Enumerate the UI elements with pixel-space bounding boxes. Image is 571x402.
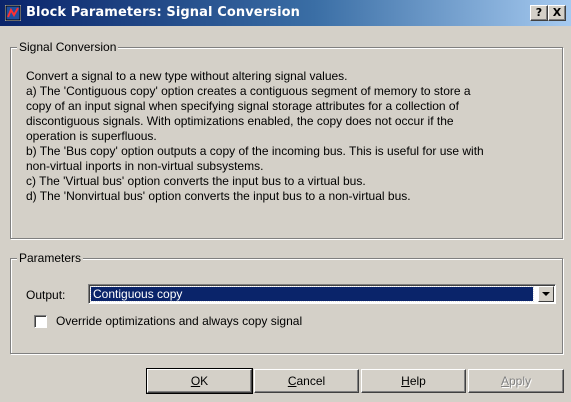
simulink-block-icon [5, 5, 21, 21]
window-title: Block Parameters: Signal Conversion [26, 5, 301, 20]
title-bar[interactable]: Block Parameters: Signal Conversion ? X [0, 0, 571, 26]
description-line: operation is superfluous. [26, 129, 157, 143]
output-selected-value: Contiguous copy [90, 286, 534, 302]
ok-button[interactable]: OK [146, 368, 253, 394]
output-label: Output: [26, 288, 66, 302]
chevron-down-icon[interactable] [538, 286, 554, 302]
description-line: Convert a signal to a new type without a… [26, 69, 348, 83]
parameters-group: Parameters [10, 251, 563, 354]
close-button[interactable]: X [548, 5, 566, 21]
description-line: b) The 'Bus copy' option outputs a copy … [26, 144, 484, 158]
apply-label: pply [509, 374, 532, 388]
description-line: a) The 'Contiguous copy' option creates … [26, 84, 471, 98]
cancel-label: ancel [296, 374, 326, 388]
group-title: Parameters [17, 251, 84, 266]
description-line: d) The 'Nonvirtual bus' option converts … [26, 189, 411, 203]
cancel-button[interactable]: Cancel [254, 369, 359, 393]
ok-label: K [200, 374, 209, 388]
ok-mnemonic: O [190, 374, 201, 388]
description-line: discontiguous signals. With optimization… [26, 114, 454, 128]
description-line: copy of an input signal when specifying … [26, 99, 459, 113]
description-line: c) The 'Virtual bus' option converts the… [26, 174, 366, 188]
override-optimizations-checkbox[interactable] [34, 315, 47, 328]
help-mnemonic: H [401, 374, 410, 388]
apply-mnemonic: A [500, 374, 509, 388]
help-button[interactable]: Help [361, 369, 466, 393]
output-dropdown[interactable]: Contiguous copy [88, 284, 556, 304]
description-line: non-virtual inports in non-virtual subsy… [26, 159, 264, 173]
apply-button[interactable]: Apply [468, 369, 564, 393]
context-help-button[interactable]: ? [530, 5, 548, 21]
group-title: Signal Conversion [17, 40, 119, 55]
help-label: elp [409, 374, 426, 388]
override-optimizations-label[interactable]: Override optimizations and always copy s… [56, 314, 302, 329]
